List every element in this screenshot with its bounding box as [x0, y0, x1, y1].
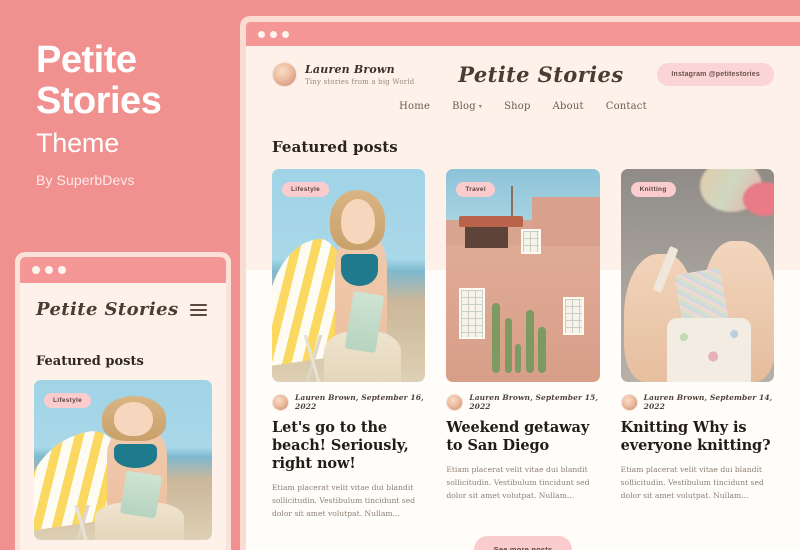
mobile-site-body: Petite Stories Featured posts Lifestyle: [20, 283, 226, 550]
window-dot-maximize-icon[interactable]: [58, 266, 66, 274]
post-excerpt: Etiam placerat velit vitae dui blandit s…: [446, 465, 590, 500]
see-more-posts-button[interactable]: See more posts: [473, 536, 573, 550]
featured-posts-heading: Featured posts: [272, 138, 398, 156]
post-category-tag[interactable]: Lifestyle: [282, 182, 330, 197]
post-card[interactable]: Lifestyle Lauren Brown, September 16, 20…: [272, 169, 426, 520]
post-meta: Lauren Brown, September 16, 2022: [272, 382, 425, 411]
post-card-image[interactable]: Knitting: [620, 169, 774, 382]
nav-label: Blog: [452, 101, 476, 112]
promo-title-line-1: Petite: [36, 39, 137, 81]
nav-item-home[interactable]: Home: [399, 101, 430, 112]
post-title[interactable]: Knitting Why is everyone knitting?: [621, 419, 774, 455]
chevron-down-icon: ▾: [478, 103, 483, 110]
featured-posts-grid: Lifestyle Lauren Brown, September 16, 20…: [246, 156, 800, 520]
mobile-post-card[interactable]: Lifestyle: [34, 380, 212, 540]
hamburger-icon[interactable]: [187, 301, 210, 319]
post-category-tag[interactable]: Knitting: [630, 182, 676, 197]
window-dot-maximize-icon[interactable]: [282, 30, 289, 38]
avatar: [272, 393, 289, 411]
knitting-photo: [620, 169, 774, 382]
post-card[interactable]: Knitting Lauren Brown, September 14, 202…: [620, 169, 774, 520]
nav-item-contact[interactable]: Contact: [606, 101, 647, 112]
nav-label: Shop: [504, 101, 531, 112]
post-meta-text: Lauren Brown, September 15, 2022: [469, 393, 599, 411]
window-dot-minimize-icon[interactable]: [45, 266, 53, 274]
mobile-featured-heading: Featured posts: [36, 354, 144, 369]
post-title[interactable]: Let's go to the beach! Seriously, right …: [272, 419, 425, 473]
post-card-image[interactable]: Lifestyle: [272, 169, 426, 382]
avatar: [620, 393, 638, 411]
post-card-image[interactable]: Travel: [446, 169, 600, 382]
author-tagline: Tiny stories from a big World: [305, 78, 415, 86]
site-viewport: Lauren Brown Tiny stories from a big Wor…: [246, 46, 800, 550]
window-dot-minimize-icon[interactable]: [270, 30, 277, 38]
mobile-site-logo[interactable]: Petite Stories: [36, 299, 179, 320]
site-logo[interactable]: Petite Stories: [458, 62, 623, 87]
promo-byline: By SuperbDevs: [36, 172, 135, 188]
window-dot-close-icon[interactable]: [258, 30, 265, 38]
desktop-preview-window: Lauren Brown Tiny stories from a big Wor…: [240, 16, 800, 550]
nav-label: Home: [399, 101, 431, 112]
post-meta-text: Lauren Brown, September 14, 2022: [643, 393, 773, 411]
mobile-preview-window: Petite Stories Featured posts Lifestyle: [15, 252, 231, 550]
post-excerpt: Etiam placerat velit vitae dui blandit s…: [620, 465, 764, 500]
promo-subtitle: Theme: [36, 128, 120, 158]
nav-item-about[interactable]: About: [553, 101, 584, 112]
site-navigation: Home Blog ▾ Shop About Contact: [246, 87, 800, 112]
post-title[interactable]: Weekend getaway to San Diego: [446, 419, 599, 455]
desktop-window-titlebar: [246, 22, 800, 46]
beach-photo: [272, 169, 426, 382]
nav-label: Contact: [605, 101, 647, 112]
post-meta-text: Lauren Brown, September 16, 2022: [295, 393, 424, 411]
avatar: [446, 393, 464, 411]
post-card[interactable]: Travel Lauren Brown, September 15, 2022 …: [446, 169, 600, 520]
nav-item-blog[interactable]: Blog ▾: [452, 101, 482, 112]
instagram-button[interactable]: Instagram @petitestories: [657, 63, 774, 86]
post-meta: Lauren Brown, September 14, 2022: [620, 382, 774, 411]
see-more-wrapper: See more posts: [246, 520, 800, 550]
mobile-site-header: Petite Stories: [20, 283, 226, 320]
post-meta: Lauren Brown, September 15, 2022: [446, 382, 599, 411]
window-dot-close-icon[interactable]: [32, 266, 40, 274]
nav-item-shop[interactable]: Shop: [504, 101, 531, 112]
avatar: [272, 62, 297, 87]
post-excerpt: Etiam placerat velit vitae dui blandit s…: [272, 483, 416, 518]
mobile-window-titlebar: [20, 257, 226, 283]
nav-label: About: [552, 101, 584, 112]
promo-title: Petite Stories: [36, 40, 236, 122]
promo-title-line-2: Stories: [36, 80, 162, 122]
san-diego-building-photo: [446, 169, 600, 382]
author-block[interactable]: Lauren Brown Tiny stories from a big Wor…: [272, 62, 414, 87]
post-category-tag[interactable]: Travel: [456, 182, 495, 197]
site-header: Lauren Brown Tiny stories from a big Wor…: [246, 46, 800, 87]
promo-block: Petite Stories Theme By SuperbDevs: [36, 40, 236, 189]
mobile-card-tag[interactable]: Lifestyle: [44, 393, 92, 408]
author-name: Lauren Brown: [305, 63, 395, 76]
